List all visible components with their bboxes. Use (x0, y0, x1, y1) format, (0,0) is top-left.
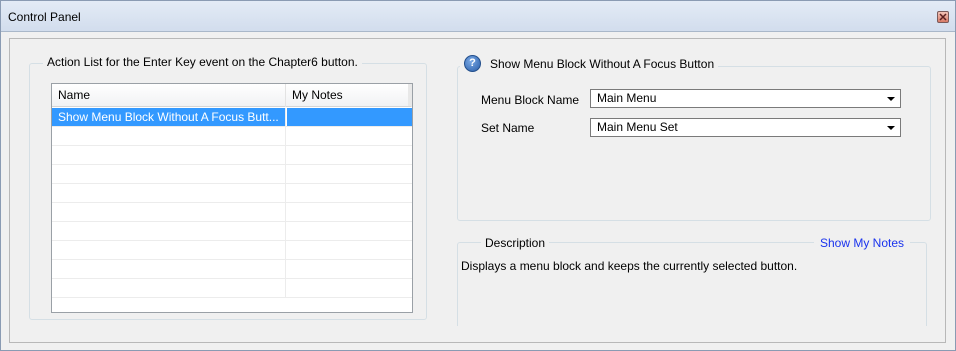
action-list-view[interactable]: Name My Notes Show Menu Block Without A … (51, 83, 413, 313)
properties-legend: ? Show Menu Block Without A Focus Button (460, 55, 719, 72)
description-group (457, 242, 927, 326)
help-icon[interactable]: ? (464, 55, 481, 72)
row-name-cell (52, 146, 286, 164)
list-row[interactable] (52, 165, 412, 184)
row-notes-cell (287, 279, 412, 297)
row-name-cell (52, 184, 286, 202)
show-my-notes-link[interactable]: Show My Notes (814, 236, 911, 250)
list-row[interactable] (52, 241, 412, 260)
chevron-down-icon (887, 97, 895, 101)
window-title: Control Panel (8, 10, 81, 24)
list-row[interactable] (52, 127, 412, 146)
menu-block-name-value: Main Menu (597, 91, 657, 105)
set-name-value: Main Menu Set (597, 120, 678, 134)
list-row[interactable] (52, 146, 412, 165)
column-header-my-notes[interactable]: My Notes (286, 84, 412, 107)
close-icon (939, 13, 947, 21)
action-list-legend: Action List for the Enter Key event on t… (43, 55, 362, 69)
list-row[interactable] (52, 184, 412, 203)
list-row[interactable] (52, 279, 412, 298)
row-notes-cell (287, 108, 412, 126)
row-notes-cell (287, 222, 412, 240)
row-name-cell: Show Menu Block Without A Focus Butt... (52, 108, 286, 126)
row-name-cell (52, 203, 286, 221)
row-name-cell (52, 222, 286, 240)
list-row[interactable] (52, 260, 412, 279)
menu-block-name-select[interactable]: Main Menu (590, 89, 901, 108)
description-text: Displays a menu block and keeps the curr… (461, 259, 798, 273)
row-name-cell (52, 260, 286, 278)
row-notes-cell (287, 203, 412, 221)
title-bar[interactable]: Control Panel (1, 1, 955, 32)
header-scroll-stub (408, 84, 412, 106)
row-name-cell (52, 241, 286, 259)
row-notes-cell (287, 184, 412, 202)
action-title: Show Menu Block Without A Focus Button (490, 56, 715, 71)
list-row[interactable]: Show Menu Block Without A Focus Butt... (52, 108, 412, 127)
menu-block-name-label: Menu Block Name (481, 93, 580, 107)
row-name-cell (52, 165, 286, 183)
set-name-select[interactable]: Main Menu Set (590, 118, 901, 137)
row-name-cell (52, 279, 286, 297)
list-header: Name My Notes (52, 84, 412, 107)
list-row[interactable] (52, 222, 412, 241)
row-name-cell (52, 127, 286, 145)
list-row[interactable] (52, 203, 412, 222)
row-notes-cell (287, 165, 412, 183)
column-header-name[interactable]: Name (52, 84, 286, 107)
row-notes-cell (287, 146, 412, 164)
row-notes-cell (287, 127, 412, 145)
set-name-label: Set Name (481, 121, 535, 135)
list-rows: Show Menu Block Without A Focus Butt... (52, 108, 412, 298)
row-notes-cell (287, 241, 412, 259)
chevron-down-icon (887, 126, 895, 130)
row-notes-cell (287, 260, 412, 278)
close-button[interactable] (937, 11, 949, 23)
description-legend: Description (481, 236, 550, 250)
